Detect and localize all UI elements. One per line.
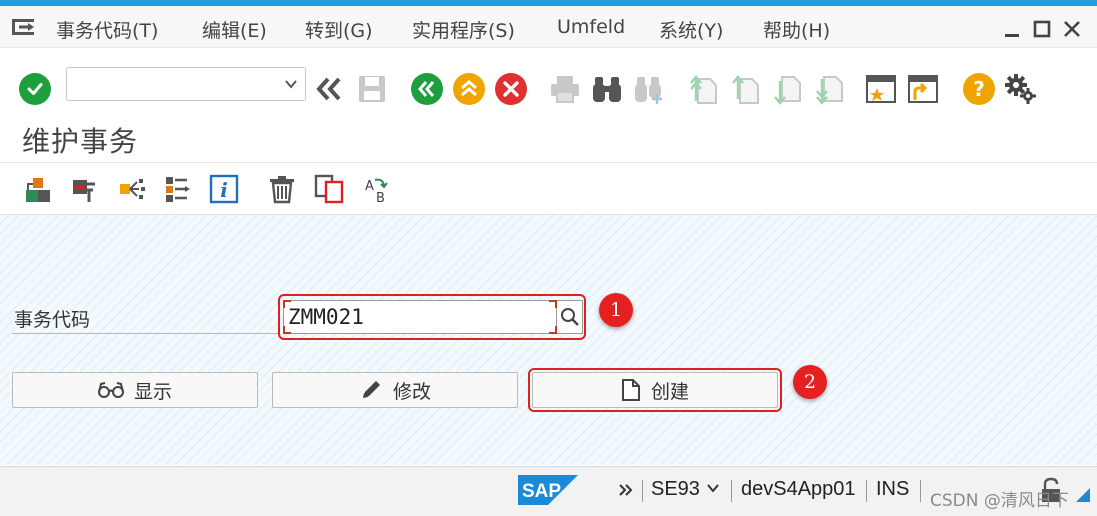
maximize-icon[interactable]	[1032, 19, 1052, 39]
display-button[interactable]: 显示	[12, 372, 258, 408]
menu-item-transaction[interactable]: 事务代码(T)	[56, 16, 158, 43]
status-separator	[920, 480, 921, 502]
menu-icon[interactable]	[12, 19, 34, 35]
title-divider	[0, 162, 1097, 163]
new-session-icon[interactable]	[864, 72, 898, 106]
menu-item-edit[interactable]: 编辑(E)	[202, 16, 267, 43]
back-icon[interactable]	[410, 72, 444, 106]
minimize-icon[interactable]	[1002, 19, 1022, 39]
transaction-code-label: 事务代码	[14, 309, 91, 331]
annotation-badge-2: 2	[793, 365, 827, 399]
last-page-icon	[812, 72, 846, 106]
svg-text:i: i	[220, 178, 228, 202]
chevron-down-icon[interactable]	[706, 483, 720, 493]
copy-icon[interactable]	[312, 171, 348, 207]
menu-item-utilities[interactable]: 实用程序(S)	[412, 16, 515, 43]
watermark-text: CSDN @清风日下	[930, 491, 1069, 511]
status-separator	[642, 480, 643, 502]
enter-icon[interactable]	[18, 72, 52, 106]
cancel-icon[interactable]	[494, 72, 528, 106]
menu-item-system[interactable]: 系统(Y)	[659, 16, 723, 43]
other-object-icon[interactable]	[20, 171, 56, 207]
customize-layout-icon[interactable]	[1004, 72, 1038, 106]
change-button[interactable]: 修改	[272, 372, 518, 408]
input-mode-status[interactable]: INS	[876, 478, 909, 501]
field-label-underline	[12, 333, 280, 334]
chevron-down-icon[interactable]	[283, 76, 299, 92]
status-separator	[866, 480, 867, 502]
menu-item-environment[interactable]: Umfeld	[557, 16, 625, 38]
help-icon[interactable]: ?	[962, 72, 996, 106]
sap-logo-text: SAP	[522, 481, 561, 502]
delete-icon[interactable]	[264, 171, 300, 207]
menu-item-help[interactable]: 帮助(H)	[763, 16, 830, 43]
page-title: 维护事务	[22, 125, 139, 158]
find-icon[interactable]	[590, 72, 624, 106]
command-field[interactable]	[66, 67, 306, 101]
translation-icon[interactable]: AB	[358, 171, 394, 207]
server-status: devS4App01	[741, 478, 856, 500]
exit-icon[interactable]	[452, 72, 486, 106]
save-icon	[355, 72, 389, 106]
menu-bar: 事务代码(T) 编辑(E) 转到(G) 实用程序(S) Umfeld 系统(Y)…	[0, 6, 1097, 48]
previous-page-icon	[728, 72, 762, 106]
close-icon[interactable]	[1062, 19, 1082, 39]
information-icon[interactable]: i	[206, 171, 242, 207]
content-area	[0, 215, 1097, 465]
status-separator	[731, 480, 732, 502]
glasses-icon	[97, 382, 124, 398]
sap-logo-icon: SAP	[518, 475, 578, 505]
annotation-box-2	[528, 368, 782, 412]
svg-text:A: A	[365, 179, 374, 194]
object-list-icon[interactable]	[160, 171, 196, 207]
menu-item-goto[interactable]: 转到(G)	[305, 16, 373, 43]
svg-text:B: B	[376, 191, 385, 204]
transaction-status: SE93	[651, 478, 700, 500]
double-chevron-left-icon[interactable]	[312, 72, 346, 106]
first-page-icon	[686, 72, 720, 106]
find-next-icon	[632, 72, 666, 106]
where-used-icon[interactable]	[66, 171, 102, 207]
annotation-box-1	[278, 294, 586, 340]
expand-status-icon[interactable]	[618, 483, 634, 497]
create-shortcut-icon[interactable]	[906, 72, 940, 106]
check-icon[interactable]	[114, 171, 150, 207]
annotation-badge-1: 1	[599, 293, 633, 327]
pencil-icon	[362, 381, 380, 398]
command-input[interactable]	[67, 68, 277, 98]
change-button-label: 修改	[392, 380, 431, 403]
resize-corner-icon[interactable]	[1076, 488, 1090, 502]
next-page-icon	[770, 72, 804, 106]
display-button-label: 显示	[133, 380, 172, 403]
print-icon	[548, 72, 582, 106]
